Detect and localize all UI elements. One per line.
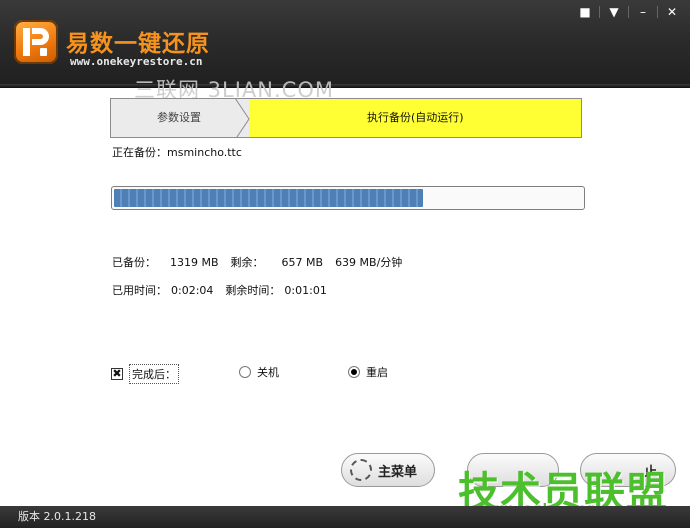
step-execute-backup[interactable]: 执行备份(自动运行) (367, 99, 464, 137)
restart-option[interactable]: 重启 (348, 364, 388, 380)
elapsed-label: 已用时间： (112, 284, 167, 297)
window-controls: ■ ▼ – ✕ (575, 4, 682, 20)
size-stats: 已备份： 1319 MB 剩余： 657 MB 639 MB/分钟 (112, 254, 402, 270)
app-url: www.onekeyrestore.cn (70, 55, 203, 68)
step-tabs: 参数设置 执行备份(自动运行) (110, 98, 582, 138)
separator (628, 6, 629, 18)
step-settings[interactable]: 参数设置 (111, 99, 249, 137)
restart-label: 重启 (366, 366, 388, 379)
shutdown-option[interactable]: 关机 (239, 364, 279, 380)
separator (657, 6, 658, 18)
minimize-icon[interactable]: – (633, 4, 653, 20)
menu-down-icon[interactable]: ▼ (604, 4, 624, 20)
current-file-label: 正在备份： (112, 146, 167, 159)
backed-up-label: 已备份： (112, 256, 156, 269)
shutdown-label: 关机 (257, 366, 279, 379)
elapsed-value: 0:02:04 (171, 284, 214, 297)
progress-fill (114, 189, 423, 207)
shutdown-radio[interactable] (239, 366, 251, 378)
status-bar: 版本 2.0.1.218 (0, 506, 690, 528)
app-window: 易数一键还原 www.onekeyrestore.cn ■ ▼ – ✕ 三联网 … (0, 0, 690, 528)
skin-shirt-icon[interactable]: ■ (575, 4, 595, 20)
restart-radio[interactable] (348, 366, 360, 378)
remaining-label: 剩余： (230, 256, 264, 269)
title-bar: 易数一键还原 www.onekeyrestore.cn ■ ▼ – ✕ (0, 0, 690, 88)
current-file-line: 正在备份：msmincho.ttc (112, 144, 242, 160)
refresh-circle-icon (350, 459, 372, 481)
after-complete-option[interactable]: ✖ 完成后： (111, 364, 179, 384)
app-title: 易数一键还原 (66, 31, 210, 57)
time-stats: 已用时间： 0:02:04 剩余时间： 0:01:01 (112, 282, 327, 298)
backed-up-value: 1319 MB (170, 256, 219, 269)
current-file-name: msmincho.ttc (167, 146, 242, 159)
separator (599, 6, 600, 18)
after-complete-checkbox[interactable]: ✖ (111, 368, 123, 380)
app-logo-icon (14, 20, 58, 64)
remaining-value: 657 MB (281, 256, 324, 269)
main-menu-label: 主菜单 (378, 464, 418, 480)
version-text: 版本 2.0.1.218 (18, 510, 96, 523)
after-complete-label: 完成后： (129, 364, 179, 384)
remaining-time-label: 剩余时间： (225, 284, 281, 297)
remaining-time-value: 0:01:01 (284, 284, 327, 297)
backup-progress-bar (111, 186, 585, 210)
speed-value: 639 MB/分钟 (335, 256, 403, 269)
close-icon[interactable]: ✕ (662, 4, 682, 20)
main-menu-button[interactable]: 主菜单 (341, 453, 435, 487)
